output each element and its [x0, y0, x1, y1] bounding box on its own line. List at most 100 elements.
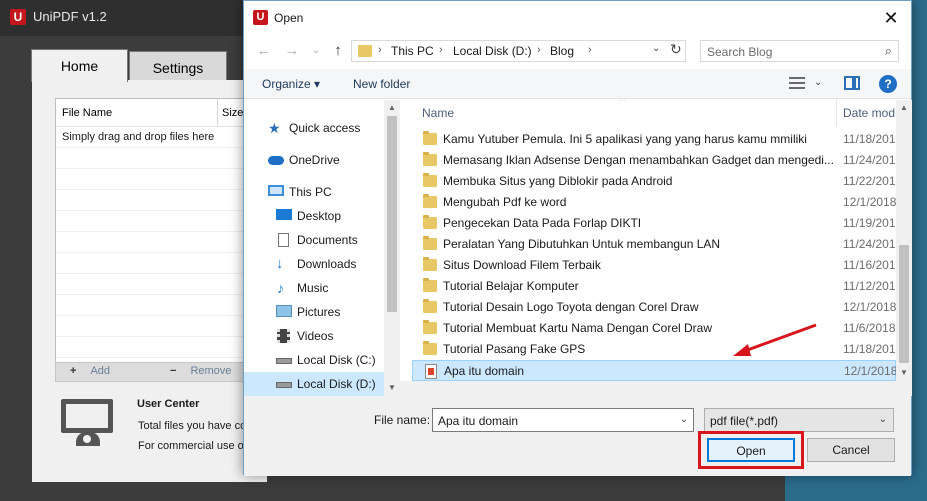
nav-label: Pictures [297, 305, 341, 319]
nav-label: Downloads [297, 257, 357, 271]
recent-locations-button[interactable]: ⌄ [306, 41, 326, 61]
file-row-selected[interactable]: Apa itu domain 12/1/2018 [412, 360, 896, 381]
back-button[interactable]: ← [254, 41, 274, 61]
nav-videos[interactable]: Videos [244, 324, 384, 348]
column-name[interactable]: Name [422, 106, 454, 120]
breadcrumb-separator: › [537, 44, 541, 56]
folder-row[interactable]: Mengubah Pdf ke word 12/1/2018 [412, 192, 896, 213]
folder-icon [423, 257, 437, 271]
folder-row[interactable]: Tutorial Pasang Fake GPS 11/18/201 [412, 339, 896, 360]
scrollbar-thumb[interactable] [899, 245, 909, 363]
nav-label: OneDrive [289, 153, 340, 167]
folder-row[interactable]: Tutorial Membuat Kartu Nama Dengan Corel… [412, 318, 896, 339]
star-icon: ★ [268, 120, 281, 136]
file-table[interactable]: File Name Size Simply drag and drop file… [55, 98, 267, 363]
file-name-value: Apa itu domain [438, 414, 519, 428]
scroll-up-arrow-icon[interactable]: ▲ [900, 103, 908, 112]
nav-downloads[interactable]: ↓ Downloads [244, 252, 384, 276]
help-icon[interactable]: ? [879, 75, 897, 93]
documents-icon [278, 233, 289, 247]
folder-icon [423, 131, 437, 145]
breadcrumb-separator: › [378, 44, 382, 56]
column-file-name[interactable]: File Name [62, 107, 112, 119]
address-bar[interactable]: › This PC › Local Disk (D:) › Blog › ⌄ ↻ [351, 40, 686, 62]
cloud-icon [268, 156, 284, 165]
add-button[interactable]: + Add [70, 365, 110, 377]
file-type-value: pdf file(*.pdf) [710, 414, 779, 428]
up-button[interactable]: ↑ [328, 41, 348, 61]
close-button[interactable]: ✕ [878, 7, 904, 29]
folder-row[interactable]: Memasang Iklan Adsense Dengan menambahka… [412, 150, 896, 171]
remove-button[interactable]: − Remove [170, 365, 231, 377]
forward-button[interactable]: → [282, 41, 302, 61]
table-row [56, 190, 266, 211]
scrollbar-thumb[interactable] [387, 116, 397, 312]
folder-icon [423, 236, 437, 250]
nav-label: Music [297, 281, 329, 295]
user-icon-dot [83, 435, 91, 443]
file-date-modified: 11/16/201 [843, 258, 896, 272]
drive-icon [276, 358, 292, 364]
nav-desktop[interactable]: Desktop [244, 204, 384, 228]
table-row [56, 337, 266, 358]
navigation-pane-scrollbar[interactable]: ▲ ▼ [384, 100, 400, 396]
breadcrumb-this-pc[interactable]: This PC [391, 44, 434, 58]
search-box[interactable]: Search Blog ⌕ [700, 40, 899, 62]
chevron-down-icon[interactable]: ⌄ [879, 414, 887, 425]
file-name: Apa itu domain [444, 364, 525, 378]
address-dropdown-icon[interactable]: ⌄ [652, 43, 660, 54]
nav-pictures[interactable]: Pictures [244, 300, 384, 324]
nav-this-pc[interactable]: This PC [244, 180, 384, 204]
dialog-title-bar[interactable]: U Open ✕ [244, 1, 911, 33]
drive-icon [276, 382, 292, 388]
cancel-button[interactable]: Cancel [807, 438, 895, 462]
search-placeholder: Search Blog [707, 45, 773, 59]
column-divider[interactable] [836, 100, 837, 126]
scroll-up-arrow-icon[interactable]: ▲ [388, 103, 396, 112]
nav-quick-access[interactable]: ★ Quick access [244, 116, 384, 140]
nav-onedrive[interactable]: OneDrive [244, 148, 384, 172]
music-icon: ♪ [277, 280, 284, 296]
file-name: Tutorial Membuat Kartu Nama Dengan Corel… [443, 321, 712, 335]
horizontal-scrollbar[interactable] [400, 381, 912, 396]
file-list: Name ^ Date mod Kamu Yutuber Pemula. Ini… [412, 100, 896, 381]
refresh-icon[interactable]: ↻ [670, 41, 682, 58]
desktop-icon [276, 209, 292, 220]
table-row [56, 316, 266, 337]
scroll-down-arrow-icon[interactable]: ▼ [388, 383, 396, 392]
column-date-modified[interactable]: Date mod [843, 106, 895, 120]
plus-icon: + [70, 365, 77, 377]
folder-icon [423, 215, 437, 229]
chevron-down-icon[interactable]: ⌄ [680, 414, 688, 425]
search-icon[interactable]: ⌕ [885, 43, 892, 59]
downloads-icon: ↓ [276, 255, 284, 272]
scroll-down-arrow-icon[interactable]: ▼ [900, 368, 908, 377]
file-type-filter[interactable]: pdf file(*.pdf) ⌄ [704, 408, 894, 432]
file-list-scrollbar[interactable]: ▲ ▼ [896, 100, 912, 381]
new-folder-button[interactable]: New folder [353, 77, 410, 91]
tab-home[interactable]: Home [31, 49, 128, 82]
nav-documents[interactable]: Documents [244, 228, 384, 252]
folder-row[interactable]: Tutorial Belajar Komputer 11/12/201 [412, 276, 896, 297]
breadcrumb-local-disk-d[interactable]: Local Disk (D:) [453, 44, 532, 58]
table-row [56, 295, 266, 316]
file-name-input[interactable]: Apa itu domain ⌄ [432, 408, 694, 432]
folder-row[interactable]: Membuka Situs yang Diblokir pada Android… [412, 171, 896, 192]
folder-row[interactable]: Peralatan Yang Dibutuhkan Untuk membangu… [412, 234, 896, 255]
view-options-icon[interactable] [789, 77, 805, 89]
column-size[interactable]: Size [222, 107, 243, 119]
organize-menu[interactable]: Organize ▾ [262, 77, 320, 91]
view-dropdown-icon[interactable]: ⌄ [814, 77, 822, 88]
folder-row[interactable]: Situs Download Filem Terbaik 11/16/201 [412, 255, 896, 276]
folder-icon [423, 173, 437, 187]
unipdf-logo-icon: U [253, 10, 268, 25]
breadcrumb-blog[interactable]: Blog [550, 44, 574, 58]
folder-row[interactable]: Pengecekan Data Pada Forlap DIKTI 11/19/2… [412, 213, 896, 234]
nav-local-disk-c[interactable]: Local Disk (C:) [244, 348, 384, 372]
folder-row[interactable]: Tutorial Desain Logo Toyota dengan Corel… [412, 297, 896, 318]
folder-row[interactable]: Kamu Yutuber Pemula. Ini 5 apalikasi yan… [412, 129, 896, 150]
nav-music[interactable]: ♪ Music [244, 276, 384, 300]
preview-pane-icon[interactable] [844, 76, 860, 90]
folder-icon [423, 299, 437, 313]
nav-local-disk-d[interactable]: Local Disk (D:) [244, 372, 384, 396]
